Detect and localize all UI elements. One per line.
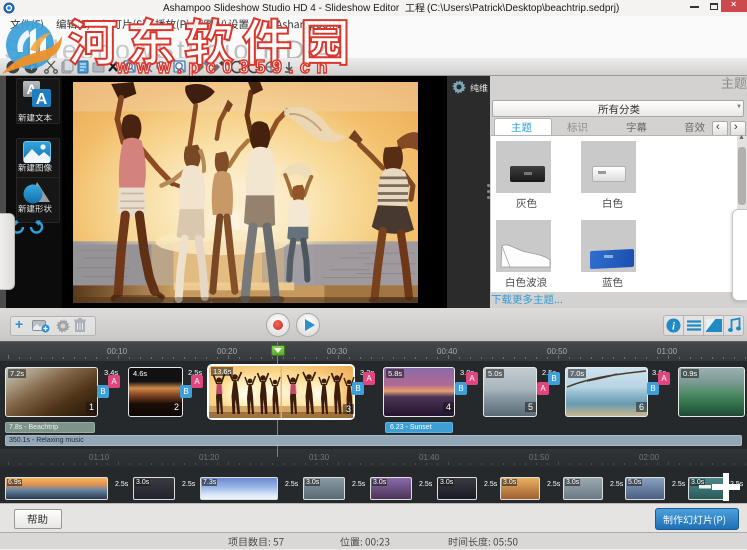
svg-text:A: A [36, 91, 48, 108]
